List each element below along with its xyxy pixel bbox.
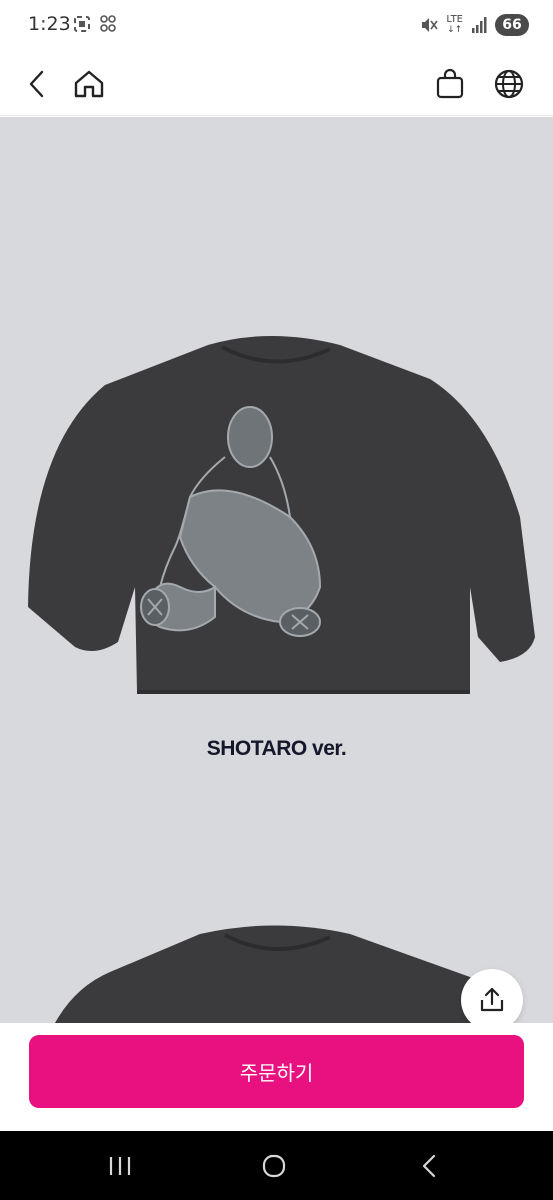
- shopping-bag-icon: [436, 68, 464, 99]
- status-left-icons: [73, 14, 117, 34]
- globe-icon: [494, 69, 524, 99]
- grid-app-icon: [100, 15, 116, 32]
- back-button[interactable]: [15, 62, 59, 106]
- second-shirt-image: [55, 925, 512, 1023]
- status-right-icons: LTE ↓↑ 66: [420, 14, 529, 36]
- share-button[interactable]: [461, 969, 523, 1023]
- order-bar: 주문하기: [0, 1023, 553, 1131]
- product-detail-content: SHOTARO ver.: [0, 117, 553, 1023]
- network-type: LTE ↓↑: [446, 14, 463, 36]
- product-image: [28, 336, 535, 1023]
- screenshot-icon: [74, 16, 90, 32]
- back-chevron-icon: [422, 1154, 436, 1178]
- top-nav-header: [0, 52, 553, 116]
- home-icon: [74, 70, 104, 98]
- status-time: 1:23: [28, 13, 71, 35]
- data-arrows-icon: ↓↑: [447, 25, 463, 35]
- home-button[interactable]: [67, 62, 111, 106]
- long-sleeve-shirt-image: [28, 336, 535, 694]
- battery-badge: 66: [495, 14, 529, 36]
- shopping-bag-button[interactable]: [428, 62, 472, 106]
- mute-icon: [422, 18, 439, 32]
- signal-icon: [472, 17, 487, 33]
- system-back-button[interactable]: [410, 1148, 450, 1184]
- product-caption: SHOTARO ver.: [206, 737, 347, 760]
- home-circle-icon: [262, 1154, 286, 1178]
- status-bar: 1:23 LTE ↓↑ 66: [0, 0, 553, 52]
- share-icon: [480, 987, 504, 1012]
- back-arrow-icon: [29, 70, 44, 98]
- system-home-button[interactable]: [254, 1148, 294, 1184]
- language-button[interactable]: [487, 62, 531, 106]
- recent-apps-icon: [109, 1157, 131, 1175]
- system-navigation-bar: [0, 1131, 553, 1200]
- network-label: LTE: [446, 14, 463, 25]
- recent-apps-button[interactable]: [100, 1148, 140, 1184]
- order-button[interactable]: 주문하기: [29, 1035, 524, 1108]
